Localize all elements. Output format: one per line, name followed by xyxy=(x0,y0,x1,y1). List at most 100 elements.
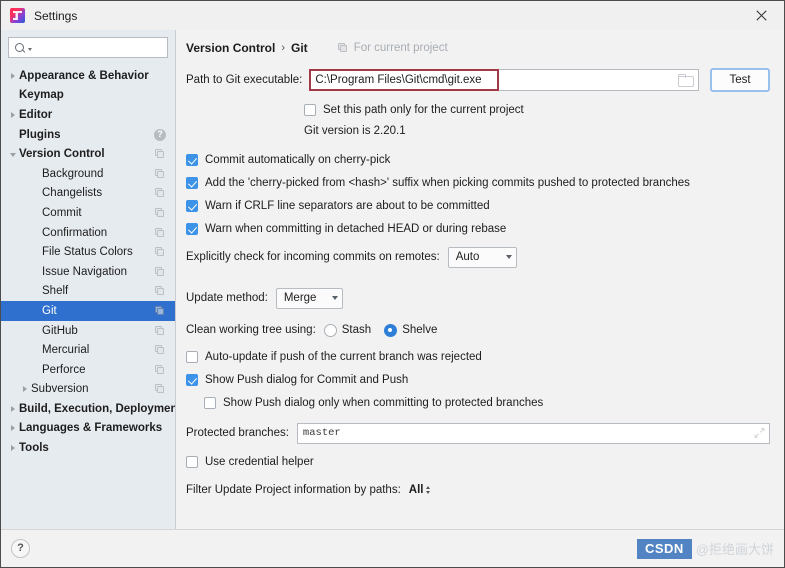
clean-tree-row: Clean working tree using: Stash Shelve xyxy=(186,317,770,343)
config-scope-icon xyxy=(155,345,165,355)
git-option-row[interactable]: Warn when committing in detached HEAD or… xyxy=(186,217,770,240)
sidebar-item-shelf[interactable]: Shelf xyxy=(1,282,175,302)
show-push-checkbox[interactable] xyxy=(186,373,198,386)
expand-arrows-icon[interactable] xyxy=(754,428,765,439)
sidebar-item-languages-frameworks[interactable]: Languages & Frameworks xyxy=(1,419,175,439)
sidebar-item-label: Background xyxy=(42,167,104,180)
config-scope-icon xyxy=(155,207,165,218)
close-icon[interactable] xyxy=(739,1,784,30)
chevron-right-icon[interactable] xyxy=(20,384,31,395)
filter-paths-label: Filter Update Project information by pat… xyxy=(186,484,401,496)
git-option-row[interactable]: Warn if CRLF line separators are about t… xyxy=(186,194,770,217)
git-option-checkbox[interactable] xyxy=(186,222,198,235)
chevron-right-icon[interactable] xyxy=(8,403,19,414)
config-scope-icon xyxy=(155,325,165,336)
clean-tree-radio-shelve[interactable] xyxy=(384,323,398,337)
window-title: Settings xyxy=(34,8,78,23)
folder-icon[interactable] xyxy=(678,73,694,87)
sidebar-item-plugins[interactable]: Plugins? xyxy=(1,125,175,145)
settings-window: Settings Appearance & Behavior Keymap Edit… xyxy=(0,0,785,568)
incoming-commits-label: Explicitly check for incoming commits on… xyxy=(186,251,440,263)
incoming-commits-value: Auto xyxy=(455,251,480,263)
chevron-down-icon xyxy=(505,255,512,259)
protected-branches-field[interactable]: master xyxy=(296,422,770,444)
sidebar-item-editor[interactable]: Editor xyxy=(1,105,175,125)
sidebar-item-label: Tools xyxy=(19,442,49,455)
git-option-checkbox[interactable] xyxy=(186,176,198,189)
show-push-protected-checkbox[interactable] xyxy=(204,396,216,409)
settings-sidebar: Appearance & Behavior Keymap Editor Plugins… xyxy=(1,30,178,529)
sidebar-item-build-execution-deployment[interactable]: Build, Execution, Deployment xyxy=(1,399,175,419)
config-scope-icon xyxy=(155,227,165,238)
config-scope-icon xyxy=(155,266,165,277)
chevron-right-icon[interactable] xyxy=(8,70,19,81)
git-option-row[interactable]: Add the 'cherry-picked from <hash>' suff… xyxy=(186,171,770,194)
config-scope-icon xyxy=(155,384,165,394)
git-option-checkbox[interactable] xyxy=(186,153,198,166)
chevron-right-icon[interactable] xyxy=(8,423,19,434)
sidebar-item-background[interactable]: Background xyxy=(1,164,175,184)
git-option-checkbox[interactable] xyxy=(186,199,198,212)
show-push-protected-row[interactable]: Show Push dialog only when committing to… xyxy=(186,391,770,414)
sidebar-item-label: Perforce xyxy=(42,363,86,376)
sidebar-item-keymap[interactable]: Keymap xyxy=(1,86,175,106)
credential-helper-checkbox[interactable] xyxy=(186,455,198,468)
sidebar-item-label: Commit xyxy=(42,206,82,219)
incoming-commits-select[interactable]: Auto xyxy=(447,246,517,268)
spinner-arrows-icon[interactable] xyxy=(426,486,431,494)
credential-helper-row[interactable]: Use credential helper xyxy=(186,450,770,473)
sidebar-item-commit[interactable]: Commit xyxy=(1,203,175,223)
help-icon[interactable]: ? xyxy=(154,128,166,141)
set-path-project-checkbox[interactable] xyxy=(304,103,316,116)
project-scope-icon xyxy=(337,42,349,54)
git-executable-field[interactable]: C:\Program Files\Git\cmd\git.exe xyxy=(309,69,699,91)
update-method-select[interactable]: Merge xyxy=(275,287,343,309)
sidebar-item-changelists[interactable]: Changelists xyxy=(1,184,175,204)
search-box[interactable] xyxy=(8,37,178,58)
chevron-down-icon xyxy=(331,296,338,300)
sidebar-item-confirmation[interactable]: Confirmation xyxy=(1,223,175,243)
chevron-right-icon[interactable] xyxy=(8,443,19,454)
sidebar-item-appearance-behavior[interactable]: Appearance & Behavior xyxy=(1,66,175,86)
show-push-row[interactable]: Show Push dialog for Commit and Push xyxy=(186,368,770,391)
clean-tree-label: Clean working tree using: xyxy=(186,324,316,336)
git-options-list: Commit automatically on cherry-pick Add t… xyxy=(186,148,770,240)
config-scope-icon xyxy=(155,247,165,257)
show-push-protected-label: Show Push dialog only when committing to… xyxy=(223,396,544,409)
protected-branches-row: Protected branches: master xyxy=(186,420,770,446)
sidebar-item-label: Git xyxy=(42,304,57,317)
auto-update-row[interactable]: Auto-update if push of the current branc… xyxy=(186,345,770,368)
sidebar-item-tools[interactable]: Tools xyxy=(1,438,175,458)
breadcrumb-separator: › xyxy=(281,42,286,54)
sidebar-item-version-control[interactable]: Version Control xyxy=(1,144,175,164)
sidebar-item-github[interactable]: GitHub xyxy=(1,321,175,341)
sidebar-item-mercurial[interactable]: Mercurial xyxy=(1,340,175,360)
filter-paths-value[interactable]: All xyxy=(409,484,424,496)
set-path-project-row[interactable]: Set this path only for the current proje… xyxy=(186,98,770,121)
sidebar-item-label: Appearance & Behavior xyxy=(19,69,149,82)
help-button[interactable]: ? xyxy=(11,539,30,558)
sidebar-item-perforce[interactable]: Perforce xyxy=(1,360,175,380)
chevron-down-icon[interactable] xyxy=(8,149,19,160)
clean-tree-shelve-label: Shelve xyxy=(402,324,438,336)
title-bar: Settings xyxy=(1,1,784,30)
search-input[interactable] xyxy=(32,39,178,56)
sidebar-item-git[interactable]: Git xyxy=(1,301,175,321)
clean-tree-stash-label: Stash xyxy=(341,324,372,336)
breadcrumb-root[interactable]: Version Control xyxy=(186,41,275,55)
config-scope-icon xyxy=(155,149,165,159)
git-version-text: Git version is 2.20.1 xyxy=(304,125,406,137)
update-method-value: Merge xyxy=(283,292,317,304)
sidebar-item-subversion[interactable]: Subversion xyxy=(1,380,175,400)
sidebar-item-file-status-colors[interactable]: File Status Colors xyxy=(1,242,175,262)
protected-branches-label: Protected branches: xyxy=(186,427,289,439)
auto-update-checkbox[interactable] xyxy=(186,350,198,363)
test-button[interactable]: Test xyxy=(710,68,770,92)
clean-tree-radio-stash[interactable] xyxy=(323,323,337,337)
sidebar-item-issue-navigation[interactable]: Issue Navigation xyxy=(1,262,175,282)
chevron-right-icon[interactable] xyxy=(8,109,19,120)
git-option-row[interactable]: Commit automatically on cherry-pick xyxy=(186,148,770,171)
git-option-label: Warn if CRLF line separators are about t… xyxy=(205,199,490,212)
